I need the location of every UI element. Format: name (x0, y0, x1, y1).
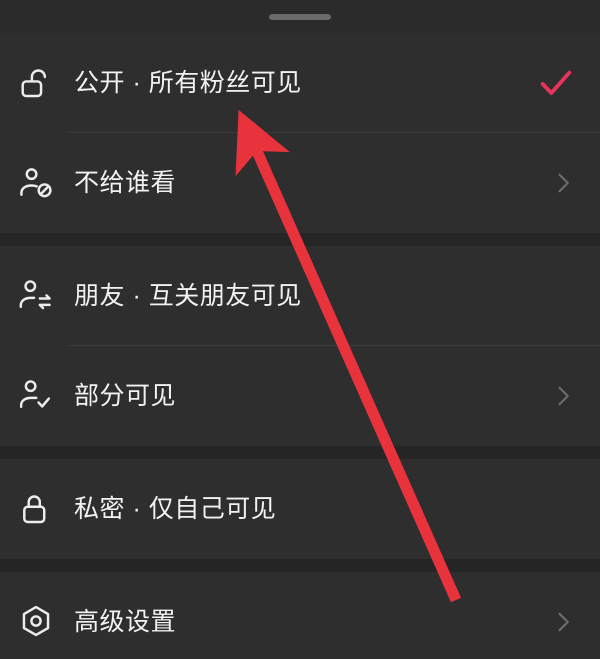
options-list: 公开 · 所有粉丝可见 不给谁看 朋友 · 互关朋友可见 部分可见 私密 · 仅自己可见… (0, 33, 600, 659)
section-separator (0, 233, 600, 246)
drag-handle[interactable] (269, 13, 331, 20)
option-label: 不给谁看 (74, 168, 177, 197)
option-row[interactable]: 部分可见 (0, 346, 600, 446)
lock-icon (14, 487, 58, 531)
section-separator (0, 446, 600, 459)
option-row[interactable]: 公开 · 所有粉丝可见 (0, 33, 600, 133)
options-section: 高级设置 (0, 572, 600, 659)
option-label: 部分可见 (74, 381, 177, 410)
chevron-right-icon[interactable] (536, 609, 576, 635)
option-row[interactable]: 朋友 · 互关朋友可见 (0, 246, 600, 346)
option-row[interactable]: 私密 · 仅自己可见 (0, 459, 600, 559)
chevron-right-icon[interactable] (536, 170, 576, 196)
check-icon (536, 63, 576, 103)
sheet-handle-area[interactable] (0, 0, 600, 33)
option-row[interactable]: 高级设置 (0, 572, 600, 659)
settings-hexagon-icon (14, 600, 58, 644)
options-section: 朋友 · 互关朋友可见 部分可见 (0, 246, 600, 446)
privacy-visibility-sheet: 公开 · 所有粉丝可见 不给谁看 朋友 · 互关朋友可见 部分可见 私密 · 仅自己可见… (0, 0, 600, 659)
section-separator (0, 559, 600, 572)
unlock-icon (14, 61, 58, 105)
options-section: 私密 · 仅自己可见 (0, 459, 600, 559)
option-label: 私密 · 仅自己可见 (74, 494, 277, 523)
person-swap-icon (14, 274, 58, 318)
option-row[interactable]: 不给谁看 (0, 133, 600, 233)
option-label: 公开 · 所有粉丝可见 (74, 68, 302, 97)
option-label: 朋友 · 互关朋友可见 (74, 281, 302, 310)
chevron-right-icon[interactable] (536, 383, 576, 409)
person-check-icon (14, 374, 58, 418)
person-block-icon (14, 161, 58, 205)
options-section: 公开 · 所有粉丝可见 不给谁看 (0, 33, 600, 233)
option-label: 高级设置 (74, 607, 177, 636)
